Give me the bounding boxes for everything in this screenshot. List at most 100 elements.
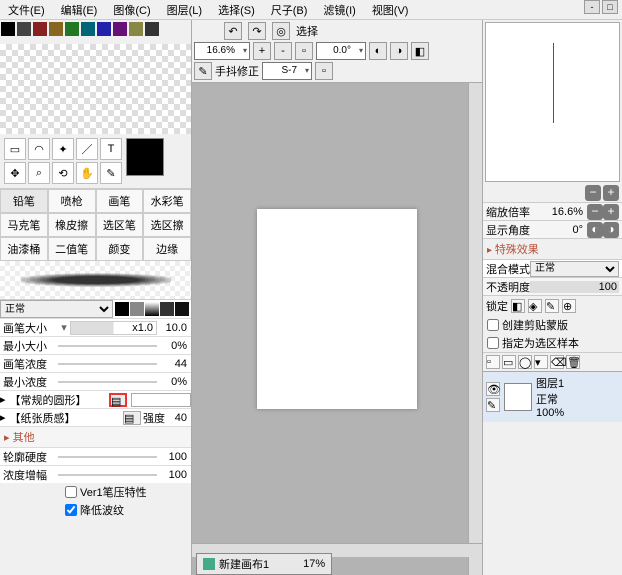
brush-tab-marker[interactable]: 马克笔 <box>0 213 48 237</box>
move-tool[interactable]: ✥ <box>4 162 26 184</box>
stabilizer-input[interactable]: S-7 <box>262 62 312 80</box>
foreground-color[interactable] <box>126 138 164 176</box>
rotate-right-button[interactable]: ◑ <box>390 42 408 60</box>
color-area[interactable] <box>0 44 191 134</box>
eye-icon[interactable]: 👁 <box>486 382 500 396</box>
brush-tab-watercolor[interactable]: 水彩笔 <box>143 189 191 213</box>
menu-view[interactable]: 视图(V) <box>364 0 417 19</box>
zoom-fit-button[interactable]: ▫ <box>295 42 313 60</box>
menu-filter[interactable]: 滤镜(I) <box>315 0 363 19</box>
deselect-icon[interactable]: ◎ <box>272 22 290 40</box>
menu-layer[interactable]: 图层(L) <box>159 0 210 19</box>
layer-thumbnail[interactable] <box>504 383 532 411</box>
menu-image[interactable]: 图像(C) <box>105 0 158 19</box>
density-gain-slider[interactable] <box>58 474 157 476</box>
nav-angle-right[interactable]: ◑ <box>603 222 619 238</box>
vertical-scrollbar[interactable] <box>468 83 482 575</box>
reduce-noise-checkbox[interactable] <box>65 504 77 516</box>
rotate-tool[interactable]: ⟲ <box>52 162 74 184</box>
menu-edit[interactable]: 编辑(E) <box>53 0 106 19</box>
maximize-button[interactable]: □ <box>602 0 618 14</box>
brush-tab-binary[interactable]: 二值笔 <box>48 237 96 261</box>
min-density-slider[interactable] <box>58 381 157 383</box>
layer-mask-button[interactable]: ◯ <box>518 355 532 369</box>
zoom-input[interactable]: 16.6% <box>194 42 250 60</box>
nav-angle-value[interactable]: 0° <box>530 224 585 236</box>
brush-size-value[interactable]: 10.0 <box>157 322 191 334</box>
color-swatches[interactable] <box>0 20 191 44</box>
nav-zoom-in[interactable]: + <box>603 185 619 201</box>
sel-source-checkbox[interactable] <box>487 337 499 349</box>
brush-size-dropdown[interactable]: ▾ <box>58 321 70 334</box>
document-tab[interactable]: 新建画布1 17% <box>196 553 332 575</box>
angle-input[interactable]: 0.0° <box>316 42 366 60</box>
density-gain-value[interactable]: 100 <box>157 469 191 481</box>
brush-tab-selpen[interactable]: 选区笔 <box>96 213 144 237</box>
navigator-preview[interactable] <box>485 22 620 182</box>
clipping-checkbox[interactable] <box>487 319 499 331</box>
edge-hardness-slider[interactable] <box>58 456 157 458</box>
select-rect-tool[interactable]: ▭ <box>4 138 26 160</box>
fx-expand[interactable]: ▸ 特殊效果 <box>483 238 622 259</box>
zoom-in-button[interactable]: + <box>253 42 271 60</box>
lock-pos-icon[interactable]: ◧ <box>511 299 525 313</box>
hand-tool[interactable]: ✋ <box>76 162 98 184</box>
brush-tab-eraser[interactable]: 橡皮擦 <box>48 213 96 237</box>
menu-file[interactable]: 文件(E) <box>0 0 53 19</box>
brush-tab-edge[interactable]: 边缘 <box>143 237 191 261</box>
text-tool[interactable]: T <box>100 138 122 160</box>
tool-toggle[interactable]: ✎ <box>194 62 212 80</box>
delete-layer-button[interactable]: 🗑 <box>566 355 580 369</box>
brush-shape-button[interactable]: ▤ <box>109 393 127 407</box>
other-expand[interactable]: ▸ 其他 <box>0 426 191 447</box>
brush-shape-preview[interactable] <box>131 393 191 407</box>
lock-all-icon[interactable]: ⊕ <box>562 299 576 313</box>
texture-intensity-value[interactable]: 40 <box>167 412 191 424</box>
new-folder-button[interactable]: ▭ <box>502 355 516 369</box>
paper-texture-button[interactable]: ▤ <box>123 411 141 425</box>
lock-alpha-icon[interactable]: ◈ <box>528 299 542 313</box>
brush-size-slider[interactable]: x1.0 <box>70 321 157 335</box>
canvas[interactable] <box>257 209 417 409</box>
undo-button[interactable]: ↶ <box>224 22 242 40</box>
lock-edit-icon[interactable]: ✎ <box>545 299 559 313</box>
brush-density-slider[interactable] <box>58 363 157 365</box>
layer-blend-select[interactable]: 正常 <box>530 261 619 277</box>
nav-zoom-minus[interactable]: − <box>587 204 603 220</box>
wand-tool[interactable]: ✦ <box>52 138 74 160</box>
brush-tab-bucket[interactable]: 油漆桶 <box>0 237 48 261</box>
min-size-value[interactable]: 0% <box>157 340 191 352</box>
brush-density-value[interactable]: 44 <box>157 358 191 370</box>
pen-icon[interactable]: ✎ <box>486 398 500 412</box>
nav-zoom-value[interactable]: 16.6% <box>530 206 585 218</box>
stabilizer-settings[interactable]: ▫ <box>315 62 333 80</box>
edge-hardness-value[interactable]: 100 <box>157 451 191 463</box>
flip-button[interactable]: ◧ <box>411 42 429 60</box>
brush-tab-brush[interactable]: 画笔 <box>96 189 144 213</box>
nav-zoom-plus[interactable]: + <box>603 204 619 220</box>
nav-zoom-out[interactable]: − <box>585 185 601 201</box>
menu-select[interactable]: 选择(S) <box>210 0 263 19</box>
draw-tool[interactable]: ／ <box>76 138 98 160</box>
rotate-left-button[interactable]: ◐ <box>369 42 387 60</box>
brush-tab-airbrush[interactable]: 喷枪 <box>48 189 96 213</box>
merge-down-button[interactable]: ▾ <box>534 355 548 369</box>
new-layer-button[interactable]: ▫ <box>486 355 500 369</box>
min-size-slider[interactable] <box>58 345 157 347</box>
brush-tip-shapes[interactable] <box>113 302 191 316</box>
eyedropper-tool[interactable]: ✎ <box>100 162 122 184</box>
minimize-button[interactable]: - <box>584 0 600 14</box>
layer-opacity-value[interactable]: 100 <box>530 281 619 293</box>
zoom-out-button[interactable]: - <box>274 42 292 60</box>
blend-mode-select[interactable]: 正常 <box>0 300 113 318</box>
layer-item[interactable]: 👁 ✎ 图层1 正常 100% <box>483 371 622 422</box>
clear-layer-button[interactable]: ⌫ <box>550 355 564 369</box>
brush-tab-pencil[interactable]: 铅笔 <box>0 189 48 213</box>
brush-tab-gradient[interactable]: 颜变 <box>96 237 144 261</box>
menu-ruler[interactable]: 尺子(B) <box>263 0 316 19</box>
nav-angle-left[interactable]: ◐ <box>587 222 603 238</box>
brush-tab-seleraser[interactable]: 选区擦 <box>143 213 191 237</box>
lasso-tool[interactable]: ◠ <box>28 138 50 160</box>
min-density-value[interactable]: 0% <box>157 376 191 388</box>
ver1-pressure-checkbox[interactable] <box>65 486 77 498</box>
